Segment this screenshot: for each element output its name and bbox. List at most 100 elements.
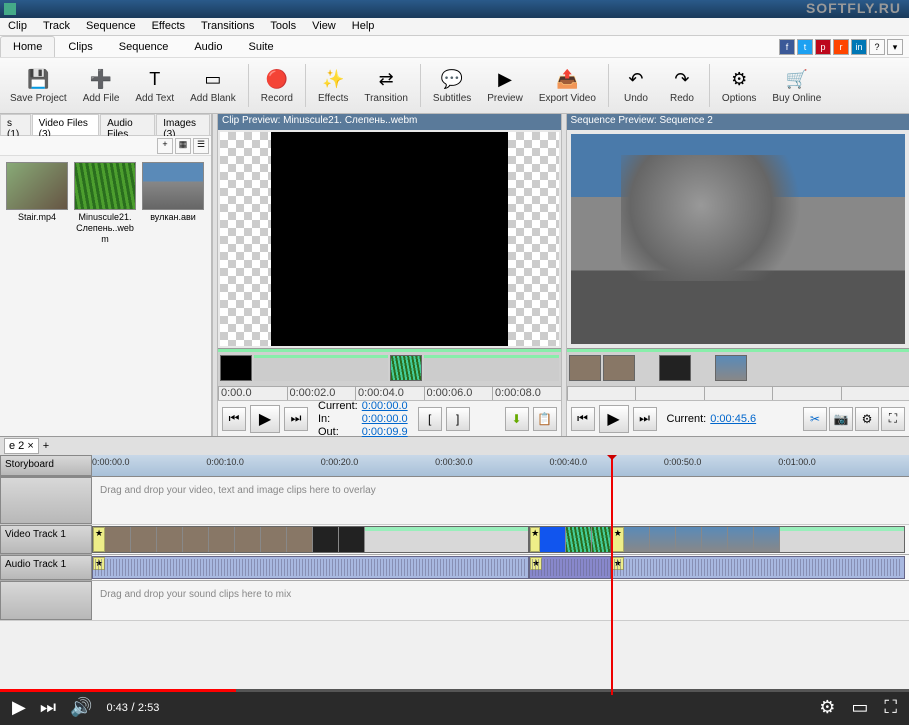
ribbon-tab-suite[interactable]: Suite [235, 36, 286, 57]
seq-ruler[interactable] [567, 386, 909, 400]
transition-button[interactable]: ⇄Transition [357, 60, 415, 111]
media-tab[interactable]: Audio Files [100, 114, 155, 135]
media-tab[interactable]: Video Files (3) [32, 114, 99, 135]
export-video-button[interactable]: 📤Export Video [532, 60, 603, 111]
playhead[interactable] [611, 455, 613, 695]
settings-icon[interactable]: ⚙ [819, 697, 835, 718]
ribbon-tab-sequence[interactable]: Sequence [106, 36, 182, 57]
seq-next-button[interactable]: ⏭ [633, 407, 657, 431]
clip-strip[interactable] [218, 348, 561, 386]
reddit-icon[interactable]: r [833, 39, 849, 55]
add-text-button[interactable]: TAdd Text [128, 60, 181, 111]
audio-clip[interactable]: ★ [92, 556, 529, 579]
undo-button[interactable]: ↶Undo [614, 60, 658, 111]
record-button[interactable]: 🔴Record [254, 60, 300, 111]
menu-track[interactable]: Track [35, 18, 78, 35]
sequence-tab[interactable]: e 2 × [4, 438, 39, 454]
clip-ruler[interactable]: 0:00.00:00:02.00:00:04.00:00:06.00:00:08… [218, 386, 561, 400]
fullscreen-button[interactable]: ⛶ [881, 407, 905, 431]
subtitles-button[interactable]: 💬Subtitles [426, 60, 478, 111]
timeline: e 2 × + Storyboard 0:00:00.00:00:10.00:0… [0, 436, 909, 621]
ribbon-tab-home[interactable]: Home [0, 36, 55, 57]
clip-prev-button[interactable]: ⏮ [222, 407, 246, 431]
fullscreen-icon[interactable]: ⛶ [884, 697, 897, 718]
clip-current-link[interactable]: 0:00:00.0 [362, 400, 408, 412]
save-project-button[interactable]: 💾Save Project [3, 60, 74, 111]
menubar: ClipTrackSequenceEffectsTransitionsTools… [0, 18, 909, 36]
menu-tools[interactable]: Tools [262, 18, 304, 35]
add-sequence-icon[interactable]: + [43, 440, 49, 452]
timeline-ruler[interactable]: 0:00:00.00:00:10.00:00:20.00:00:30.00:00… [92, 455, 909, 476]
list-icon[interactable]: ☰ [193, 138, 209, 154]
video-clip[interactable]: ★ [92, 526, 529, 553]
settings-button[interactable]: ⚙ [855, 407, 879, 431]
redo-button[interactable]: ↷Redo [660, 60, 704, 111]
clip-out-link[interactable]: 0:00:09.9 [362, 426, 408, 438]
audio-track[interactable]: Audio Track 1 ★ ★ ★ [0, 555, 909, 581]
seq-play-button[interactable]: ▶ [599, 405, 629, 433]
media-tab[interactable]: s (1) [0, 114, 31, 135]
ribbon-tab-audio[interactable]: Audio [181, 36, 235, 57]
insert-button[interactable]: ⬇ [505, 407, 529, 431]
video-clip[interactable]: ★ [611, 526, 905, 553]
split-button[interactable]: ✂ [803, 407, 827, 431]
add-media-icon[interactable]: + [157, 138, 173, 154]
theater-icon[interactable]: ▭ [851, 697, 868, 718]
media-item[interactable]: Stair.mp4 [6, 162, 68, 223]
options-button[interactable]: ⚙Options [715, 60, 763, 111]
mark-out-button[interactable]: ] [446, 407, 470, 431]
clip-next-button[interactable]: ⏭ [284, 407, 308, 431]
overlay-track[interactable]: Drag and drop your video, text and image… [0, 477, 909, 525]
linkedin-icon[interactable]: in [851, 39, 867, 55]
ruler-tick: 0:00:50.0 [664, 457, 702, 467]
media-tab[interactable]: Images (3) [156, 114, 210, 135]
menu-transitions[interactable]: Transitions [193, 18, 262, 35]
volume-icon[interactable]: 🔊 [70, 697, 92, 718]
transition-icon: ⇄ [374, 67, 398, 91]
mix-hint: Drag and drop your sound clips here to m… [92, 581, 909, 620]
pinterest-icon[interactable]: p [815, 39, 831, 55]
add-file-icon: ➕ [89, 67, 113, 91]
effects-button[interactable]: ✨Effects [311, 60, 355, 111]
overwrite-button[interactable]: 📋 [533, 407, 557, 431]
menu-view[interactable]: View [304, 18, 344, 35]
dropdown-icon[interactable]: ▾ [887, 39, 903, 55]
facebook-icon[interactable]: f [779, 39, 795, 55]
seq-current-link[interactable]: 0:00:45.6 [710, 413, 756, 425]
menu-sequence[interactable]: Sequence [78, 18, 144, 35]
menu-effects[interactable]: Effects [144, 18, 193, 35]
clip-play-button[interactable]: ▶ [250, 405, 280, 433]
mark-in-button[interactable]: [ [418, 407, 442, 431]
add-blank-button[interactable]: ▭Add Blank [183, 60, 243, 111]
add-file-button[interactable]: ➕Add File [76, 60, 127, 111]
seq-prev-button[interactable]: ⏮ [571, 407, 595, 431]
titlebar [0, 0, 909, 18]
buy-online-button[interactable]: 🛒Buy Online [765, 60, 828, 111]
video-track[interactable]: Video Track 1 ★ ★ ★ [0, 525, 909, 555]
twitter-icon[interactable]: t [797, 39, 813, 55]
clip-preview-viewport[interactable] [220, 132, 559, 346]
play-button[interactable]: ▶ [12, 697, 26, 718]
view-icon[interactable]: ▦ [175, 138, 191, 154]
clip-in-link[interactable]: 0:00:00.0 [362, 413, 408, 425]
menu-clip[interactable]: Clip [0, 18, 35, 35]
storyboard-button[interactable]: Storyboard [0, 455, 92, 476]
preview-button[interactable]: ▶Preview [480, 60, 530, 111]
menu-help[interactable]: Help [344, 18, 383, 35]
progress-bar[interactable] [0, 689, 909, 692]
audio-clip[interactable]: ★ [611, 556, 905, 579]
ruler-tick: 0:00:00.0 [92, 457, 130, 467]
media-item[interactable]: вулкан.ави [142, 162, 204, 223]
audio-clip[interactable]: ★ [529, 556, 611, 579]
clip-preview-panel: Clip Preview: Minuscule21. Слепень..webm… [218, 114, 561, 436]
video-clip[interactable]: ★ [529, 526, 611, 553]
mix-track[interactable]: Drag and drop your sound clips here to m… [0, 581, 909, 621]
next-button[interactable]: ⏭ [40, 697, 56, 718]
ribbon-tab-clips[interactable]: Clips [55, 36, 105, 57]
snapshot-button[interactable]: 📷 [829, 407, 853, 431]
media-item[interactable]: Minuscule21. Слепень..webm [74, 162, 136, 245]
seq-preview-viewport[interactable] [569, 132, 908, 346]
seq-strip[interactable] [567, 348, 909, 386]
help-icon[interactable]: ? [869, 39, 885, 55]
ruler-tick: 0:00:40.0 [550, 457, 588, 467]
